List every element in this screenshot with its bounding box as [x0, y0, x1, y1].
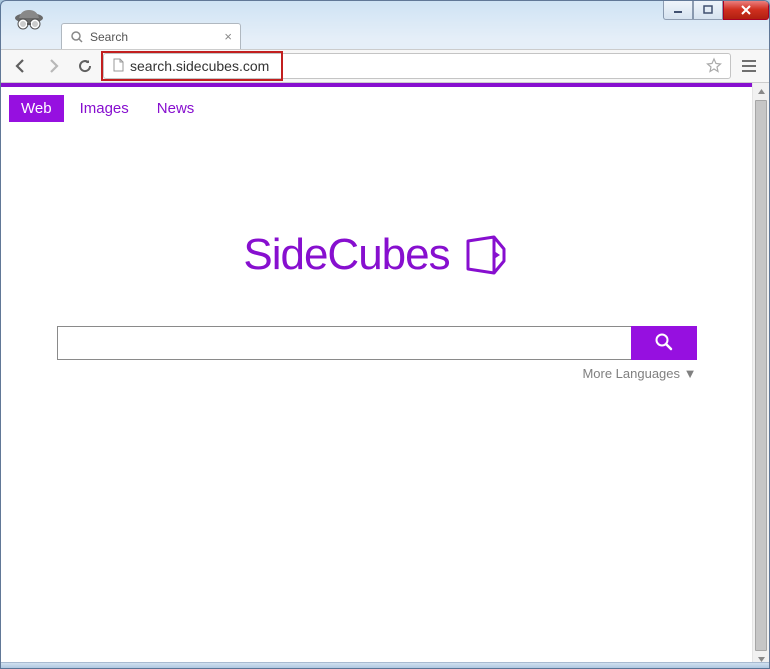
browser-window: Search × search.sidecubes.com — [0, 0, 770, 669]
tab-strip: Search × — [1, 19, 769, 49]
window-titlebar — [1, 1, 769, 19]
sidecubes-logo: SideCubes — [243, 230, 509, 280]
search-icon — [654, 332, 674, 355]
scroll-up-arrow-icon[interactable] — [753, 83, 769, 100]
page-viewport: Web Images News SideCubes — [1, 83, 769, 668]
bookmark-star-icon[interactable] — [706, 57, 722, 76]
logo-text: SideCubes — [243, 230, 449, 280]
search-category-nav: Web Images News — [1, 87, 752, 130]
search-button[interactable] — [631, 326, 697, 360]
window-controls — [663, 0, 769, 20]
window-maximize-button[interactable] — [693, 0, 723, 20]
logo-cube-icon — [462, 231, 510, 279]
reload-button[interactable] — [71, 52, 99, 80]
back-button[interactable] — [7, 52, 35, 80]
tab-close-icon[interactable]: × — [224, 29, 232, 44]
forward-button[interactable] — [39, 52, 67, 80]
scroll-thumb[interactable] — [755, 100, 767, 651]
vertical-scrollbar[interactable] — [752, 83, 769, 668]
browser-toolbar: search.sidecubes.com — [1, 49, 769, 83]
search-form — [57, 326, 697, 360]
window-close-button[interactable] — [723, 0, 769, 20]
nav-web[interactable]: Web — [9, 95, 64, 122]
window-bottom-frame — [1, 662, 769, 668]
nav-news[interactable]: News — [145, 95, 207, 122]
menu-button[interactable] — [735, 52, 763, 80]
more-languages-link[interactable]: More Languages ▼ — [57, 366, 697, 381]
browser-tab[interactable]: Search × — [61, 23, 241, 49]
tab-title: Search — [90, 30, 128, 44]
logo-area: SideCubes — [1, 230, 752, 280]
nav-images[interactable]: Images — [68, 95, 141, 122]
search-favicon-icon — [70, 30, 84, 44]
address-bar[interactable]: search.sidecubes.com — [103, 53, 731, 79]
window-minimize-button[interactable] — [663, 0, 693, 20]
address-url: search.sidecubes.com — [130, 58, 269, 74]
page-content: Web Images News SideCubes — [1, 83, 752, 668]
page-icon — [112, 58, 124, 75]
search-input[interactable] — [57, 326, 631, 360]
